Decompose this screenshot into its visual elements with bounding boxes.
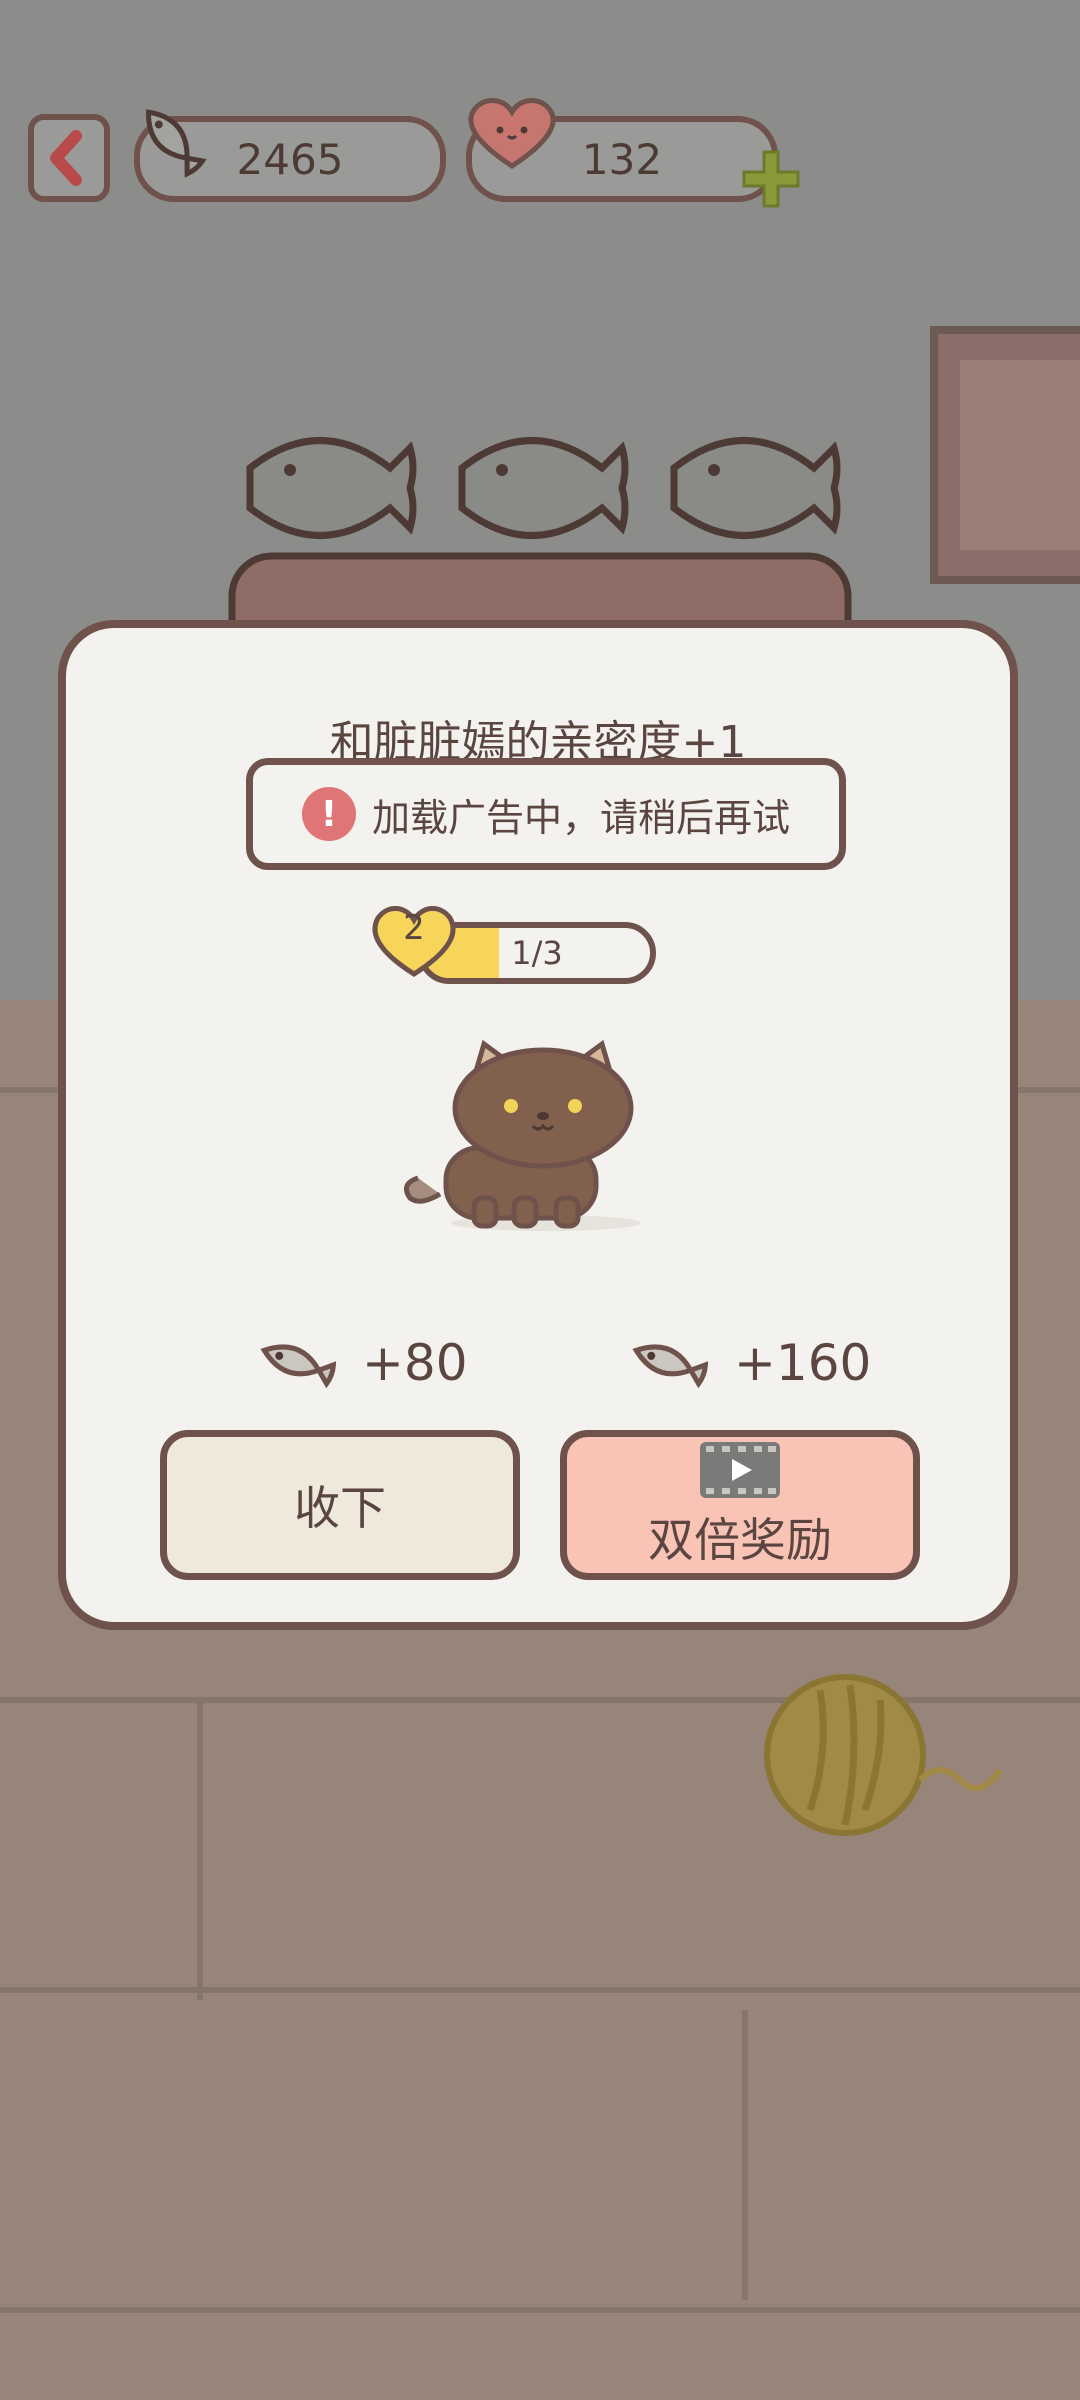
video-ad-icon	[700, 1442, 780, 1498]
reward-normal: +80	[254, 1328, 468, 1398]
alert-icon: !	[301, 787, 356, 841]
ad-loading-notice: ! 加载广告中，请稍后再试	[246, 758, 846, 870]
notice-text: 加载广告中，请稍后再试	[371, 795, 790, 840]
heart-currency-icon	[468, 98, 556, 169]
add-hearts-button[interactable]	[738, 146, 804, 212]
double-reward-label: 双倍奖励	[648, 1513, 832, 1567]
collect-label: 收下	[294, 1481, 386, 1535]
fish-count: 2465	[236, 134, 344, 184]
reward-normal-amount: +80	[362, 1334, 468, 1392]
fish-icon	[632, 1344, 709, 1389]
reward-double-amount: +160	[734, 1334, 872, 1392]
reward-dialog: 和脏脏嫣的亲密度+1 ! 加载广告中，请稍后再试 1/3 2 +80 +160 …	[58, 620, 1018, 1630]
double-reward-button[interactable]: 双倍奖励	[560, 1430, 920, 1580]
intimacy-progress: 1/3 2	[366, 900, 726, 990]
heart-count: 132	[581, 134, 663, 184]
back-button[interactable]	[28, 114, 110, 202]
collect-button[interactable]: 收下	[160, 1430, 520, 1580]
cat-illustration	[403, 1039, 641, 1231]
chevron-left-icon	[50, 130, 82, 186]
intimacy-level: 2	[403, 908, 425, 948]
fish-icon	[260, 1344, 337, 1389]
fish-currency-icon	[146, 109, 207, 178]
reward-double: +160	[626, 1328, 871, 1398]
